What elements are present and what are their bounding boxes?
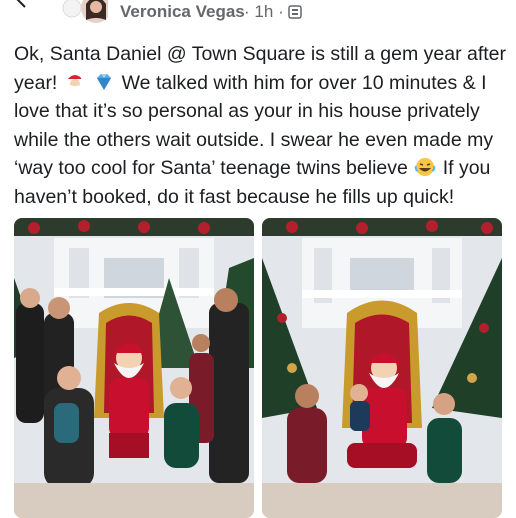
post-body: Ok, Santa Daniel @ Town Square is still … bbox=[14, 40, 506, 212]
laughing-emoji-icon bbox=[415, 158, 436, 177]
album-icon bbox=[288, 5, 303, 19]
meta-separator: · bbox=[244, 2, 250, 21]
photo-family-with-santa[interactable] bbox=[14, 218, 254, 518]
back-arrow-icon[interactable] bbox=[14, 0, 30, 8]
avatar[interactable] bbox=[62, 0, 108, 24]
gem-emoji-icon bbox=[97, 73, 112, 90]
santa-emoji-icon bbox=[66, 74, 85, 89]
photo-kids-with-santa[interactable] bbox=[262, 218, 502, 518]
post-meta: · 1h · bbox=[244, 2, 303, 22]
meta-separator-2: · bbox=[278, 2, 284, 21]
post-time[interactable]: 1h bbox=[254, 2, 273, 21]
post-header: Veronica Vegas · 1h · bbox=[0, 0, 516, 30]
author-name[interactable]: Veronica Vegas bbox=[120, 2, 245, 22]
